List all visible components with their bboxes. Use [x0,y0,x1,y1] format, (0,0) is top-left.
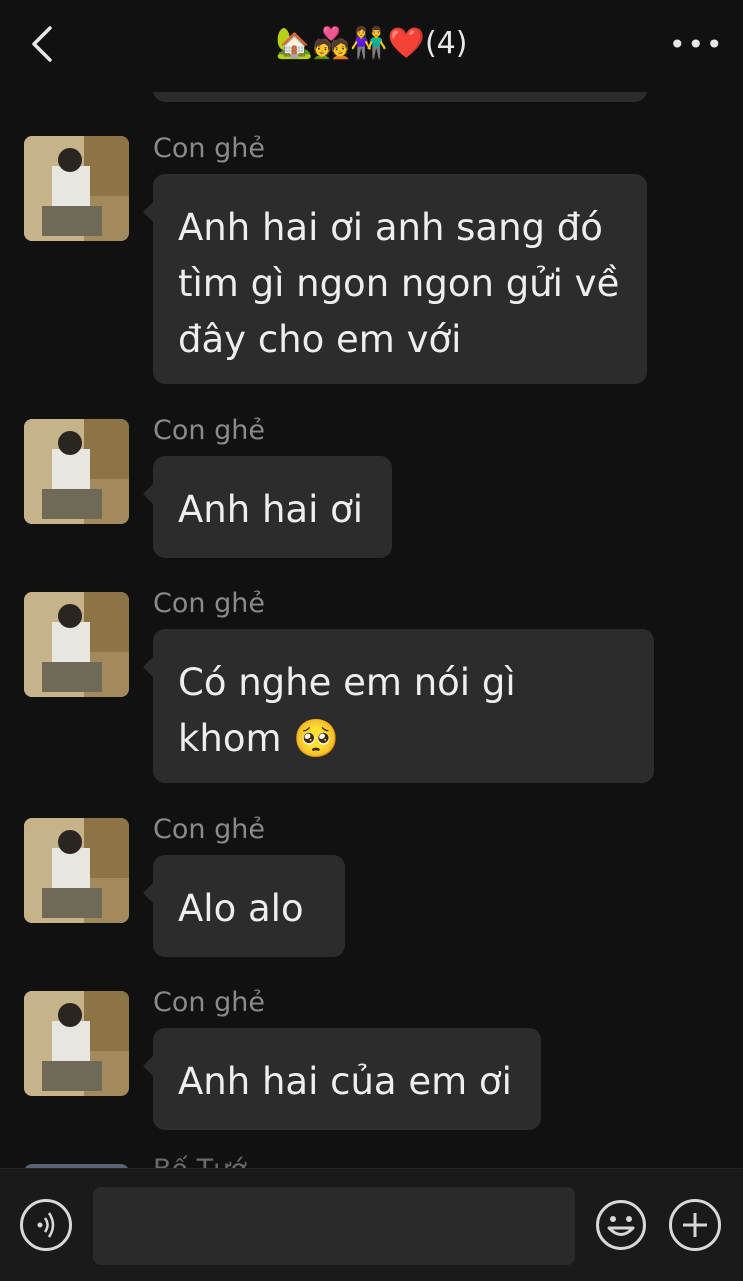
plus-button[interactable] [669,1199,721,1251]
avatar[interactable] [24,991,129,1096]
sender-name: Con ghẻ [153,987,265,1018]
avatar[interactable] [24,136,129,241]
more-dots-icon: ••• [669,28,725,61]
more-button[interactable]: ••• [669,30,723,60]
smiley-icon [596,1200,646,1250]
message-bubble[interactable]: Anh hai ơi [143,456,392,558]
avatar[interactable] [24,592,129,697]
chat-title: 🏡💑👫❤️(4) [275,26,468,61]
chat-header: 🏡💑👫❤️(4) ••• [0,0,743,92]
sender-name: Con ghẻ [153,415,265,446]
sender-name: Con ghẻ [153,814,265,845]
sender-name: Con ghẻ [153,588,265,619]
voice-button[interactable] [20,1199,72,1251]
input-bar [0,1168,743,1281]
message-bubble[interactable]: Alo alo [143,855,345,957]
avatar[interactable] [24,419,129,524]
message-bubble[interactable]: Anh hai ơi anh sang đó tìm gì ngon ngon … [143,174,647,384]
message-bubble[interactable]: Có nghe em nói gì khom 🥺 [143,629,654,783]
message-input[interactable] [93,1187,575,1265]
voice-icon [37,1212,55,1238]
message-bubble[interactable]: Anh hai của em ơi [143,1028,541,1130]
avatar[interactable] [24,818,129,923]
emoji-button[interactable] [595,1199,647,1251]
plus-icon [683,1213,707,1237]
sender-name: Con ghẻ [153,133,265,164]
